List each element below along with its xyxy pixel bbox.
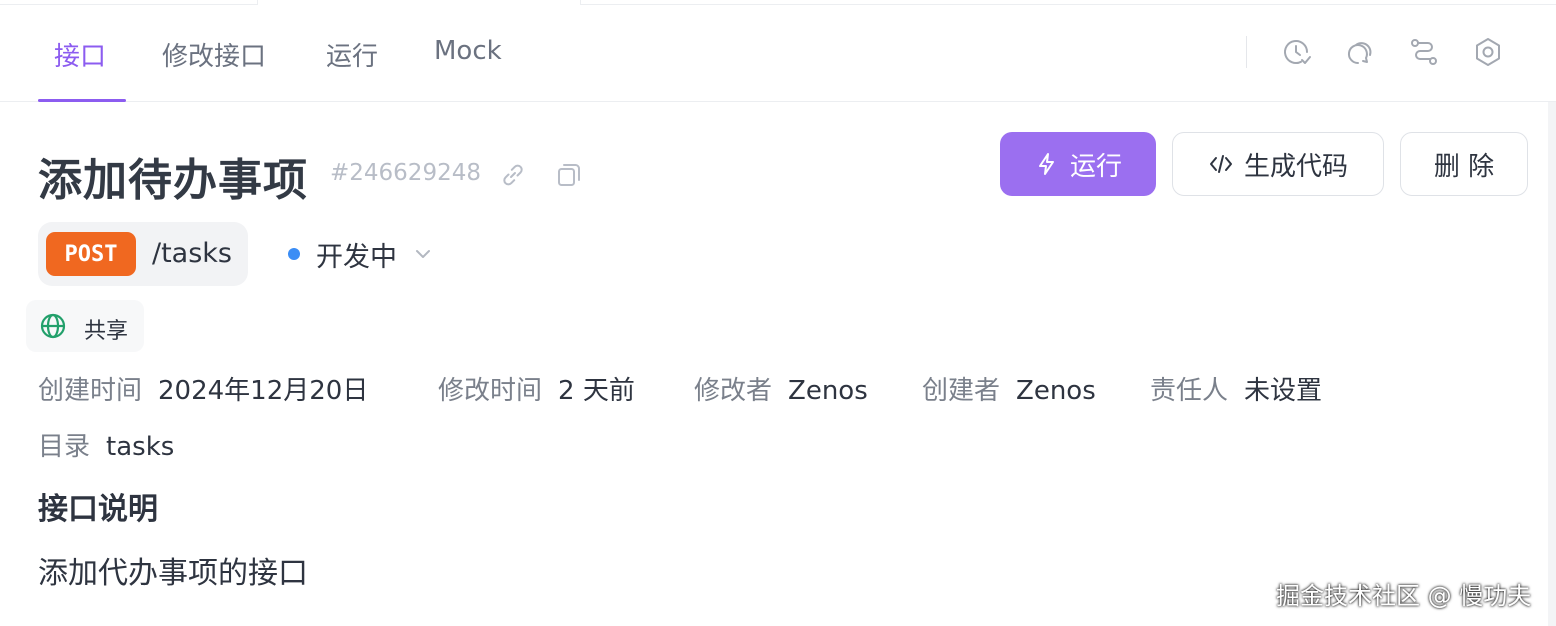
delete-button-label: 删 除 [1433, 151, 1495, 182]
meta-label: 创建者 [922, 376, 1001, 406]
meta-label: 修改者 [694, 376, 773, 406]
meta-directory: 目录 tasks [38, 426, 174, 463]
description-text: 添加代办事项的接口 [38, 556, 308, 591]
meta-modifier: 修改者 Zenos [694, 370, 868, 407]
scrollbar-track[interactable] [1548, 102, 1556, 626]
globe-icon [38, 311, 68, 341]
meta-owner: 责任人 未设置 [1150, 370, 1322, 407]
history-icon[interactable] [1280, 36, 1312, 68]
delete-button[interactable]: 删 除 [1400, 132, 1528, 196]
meta-value: tasks [106, 432, 175, 462]
code-icon [1208, 151, 1234, 177]
status-dot [288, 248, 300, 260]
generate-code-button[interactable]: 生成代码 [1172, 132, 1384, 196]
comment-icon[interactable] [1344, 36, 1376, 68]
meta-label: 创建时间 [38, 376, 143, 406]
chevron-down-icon [411, 242, 435, 266]
tab-interface[interactable]: 接口 [54, 36, 106, 73]
page-title: 添加待办事项 [38, 155, 308, 206]
run-button[interactable]: 运行 [1000, 132, 1156, 196]
method-badge: POST [46, 232, 136, 276]
meta-creator: 创建者 Zenos [922, 370, 1096, 407]
link-icon[interactable] [498, 160, 528, 190]
meta-label: 修改时间 [438, 376, 543, 406]
description-heading: 接口说明 [38, 492, 158, 527]
api-id: #246629248 [330, 160, 481, 186]
status-label: 开发中 [316, 241, 397, 273]
endpoint-path: /tasks [152, 238, 232, 269]
top-strip-segment [0, 0, 258, 5]
top-strip-segment [580, 0, 1556, 5]
share-chip[interactable]: 共享 [26, 300, 144, 352]
tab-bar: 接口 修改接口 运行 Mock [0, 6, 1556, 102]
api-detail-page: 接口 修改接口 运行 Mock 添加待办事项 #246629248 运行 生成代… [0, 0, 1556, 626]
tab-run[interactable]: 运行 [326, 36, 378, 73]
meta-value: 2024年12月20日 [158, 376, 369, 406]
copy-icon[interactable] [554, 160, 584, 190]
meta-value: 未设置 [1244, 376, 1323, 406]
flow-icon[interactable] [1408, 36, 1440, 68]
meta-value: 2 天前 [558, 376, 635, 406]
share-label: 共享 [84, 319, 129, 344]
meta-value: Zenos [788, 376, 868, 406]
toolbar-divider [1246, 36, 1247, 68]
run-button-label: 运行 [1069, 151, 1122, 182]
meta-value: Zenos [1016, 376, 1096, 406]
generate-code-label: 生成代码 [1243, 151, 1348, 182]
active-tab-indicator [38, 99, 126, 102]
status-select[interactable]: 开发中 [288, 236, 435, 273]
meta-modified-time: 修改时间 2 天前 [438, 370, 635, 407]
settings-icon[interactable] [1472, 36, 1504, 68]
meta-label: 目录 [38, 432, 91, 462]
watermark: 掘金技术社区 @ 慢功夫 [1276, 582, 1532, 610]
tab-mock[interactable]: Mock [434, 36, 502, 66]
meta-created-time: 创建时间 2024年12月20日 [38, 370, 368, 407]
tab-edit-interface[interactable]: 修改接口 [162, 36, 266, 73]
meta-label: 责任人 [1150, 376, 1229, 406]
endpoint-box: POST /tasks [38, 222, 248, 286]
lightning-icon [1034, 151, 1060, 177]
